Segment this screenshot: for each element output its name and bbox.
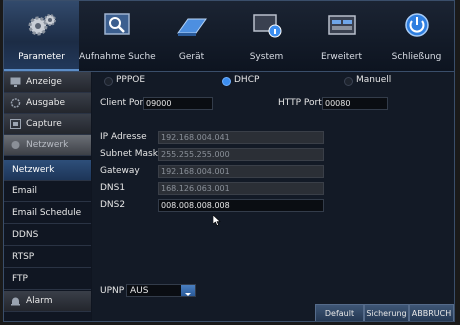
radio-dhcp-label: DHCP — [234, 75, 260, 85]
network-icon — [11, 141, 20, 149]
sidebar-item-netzwerk-category[interactable]: Netzwerk — [4, 135, 91, 156]
radio-pppoe-label: PPPOE — [116, 75, 146, 85]
sidebar-item-label: Netzwerk — [26, 140, 69, 150]
sidebar-item-anzeige[interactable]: Anzeige — [4, 72, 91, 93]
http-port-input[interactable]: 00080 — [322, 97, 388, 110]
tab-parameter[interactable]: Parameter — [4, 1, 79, 71]
sidebar-item-netzwerk[interactable]: Netzwerk — [4, 160, 91, 181]
sidebar-item-label: Capture — [26, 119, 62, 129]
sidebar-item-rtsp[interactable]: RTSP — [4, 247, 91, 268]
cancel-button[interactable]: ABBRUCH — [409, 304, 454, 321]
sidebar: Anzeige Ausgabe Capture Netzwerk Netzwer… — [4, 72, 91, 321]
save-button[interactable]: Sicherung — [364, 304, 409, 321]
monitor-icon — [10, 77, 21, 87]
dns1-label: DNS1 — [100, 183, 126, 193]
upnp-value: AUS — [130, 286, 149, 296]
sidebar-item-label: Netzwerk — [12, 165, 55, 175]
sidebar-item-label: DDNS — [12, 230, 39, 240]
dns1-input[interactable]: 168.126.063.001 — [158, 182, 324, 195]
tab-system[interactable]: System — [229, 1, 304, 71]
sidebar-item-capture[interactable]: Capture — [4, 114, 91, 135]
gateway-label: Gateway — [100, 166, 140, 176]
radio-dhcp[interactable] — [222, 77, 231, 86]
chevron-down-icon[interactable] — [181, 285, 195, 296]
sidebar-item-label: Email — [12, 186, 37, 196]
sidebar-item-alarm[interactable]: Alarm — [4, 291, 91, 312]
sidebar-item-ftp[interactable]: FTP — [4, 269, 91, 290]
mouse-cursor-icon — [213, 215, 221, 226]
alarm-icon — [11, 297, 20, 306]
advanced-icon — [328, 15, 356, 35]
sidebar-item-ddns[interactable]: DDNS — [4, 225, 91, 246]
sidebar-item-ausgabe[interactable]: Ausgabe — [4, 93, 91, 114]
ip-input[interactable]: 192.168.004.041 — [158, 131, 324, 144]
output-icon — [10, 98, 21, 108]
upnp-select[interactable]: AUS — [126, 284, 196, 297]
system-info-icon — [253, 14, 282, 38]
search-icon — [104, 13, 130, 35]
sidebar-item-email-schedule[interactable]: Email Schedule — [4, 203, 91, 224]
hard-drive-icon — [177, 18, 207, 36]
tab-system-label: System — [249, 52, 284, 62]
sidebar-item-label: Ausgabe — [26, 98, 66, 108]
client-port-label: Client Port — [100, 98, 147, 108]
subnet-label: Subnet Maske — [100, 149, 164, 159]
subnet-input[interactable]: 255.255.255.000 — [158, 148, 324, 161]
sidebar-item-label: Email Schedule — [12, 208, 82, 218]
sidebar-item-label: RTSP — [12, 252, 35, 262]
tab-schliessung[interactable]: Schließung — [379, 1, 454, 71]
dns2-label: DNS2 — [100, 200, 126, 210]
sidebar-item-email[interactable]: Email — [4, 181, 91, 202]
gears-icon — [28, 14, 56, 36]
radio-manuell[interactable] — [344, 77, 353, 86]
top-toolbar: Parameter Aufnahme Suche Gerät System Er… — [4, 1, 454, 72]
tab-aufnahme-suche[interactable]: Aufnahme Suche — [79, 1, 156, 71]
gateway-input[interactable]: 192.168.004.001 — [158, 165, 324, 178]
capture-icon — [10, 119, 21, 129]
client-port-input[interactable]: 09000 — [143, 97, 213, 110]
tab-aufnahme-suche-label: Aufnahme Suche — [79, 52, 156, 62]
network-settings-panel: PPPOE DHCP Manuell Client Port 09000 HTT… — [92, 72, 454, 321]
tab-parameter-label: Parameter — [18, 52, 65, 62]
tab-schliessung-label: Schließung — [391, 52, 442, 62]
http-port-label: HTTP Port — [278, 98, 322, 108]
settings-window: Parameter Aufnahme Suche Gerät System Er… — [3, 0, 455, 322]
tab-geraet[interactable]: Gerät — [154, 1, 229, 71]
sidebar-item-label: Alarm — [26, 296, 53, 306]
radio-pppoe[interactable] — [104, 77, 113, 86]
default-button[interactable]: Default — [315, 304, 364, 321]
ip-label: IP Adresse — [100, 132, 147, 142]
upnp-label: UPNP — [100, 286, 125, 296]
tab-erweitert[interactable]: Erweitert — [304, 1, 379, 71]
power-icon — [405, 13, 429, 37]
sidebar-item-label: Anzeige — [26, 77, 62, 87]
radio-manuell-label: Manuell — [356, 75, 392, 85]
dns2-input[interactable]: 008.008.008.008 — [158, 199, 324, 212]
tab-erweitert-label: Erweitert — [320, 52, 363, 62]
sidebar-item-label: FTP — [12, 274, 28, 284]
tab-geraet-label: Gerät — [178, 52, 205, 62]
